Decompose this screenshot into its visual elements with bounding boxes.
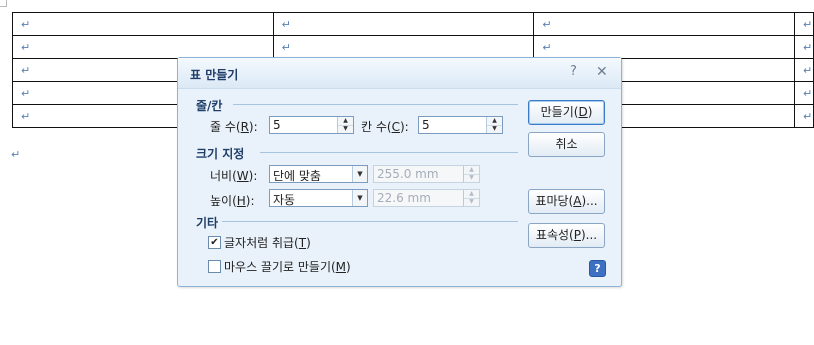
table-cell[interactable]: ↵: [793, 12, 814, 36]
rows-spinbox[interactable]: 5 ▲ ▼: [269, 116, 354, 134]
paragraph-mark: ↵: [11, 148, 21, 161]
table-row: ↵↵↵↵: [12, 12, 814, 36]
table-cell[interactable]: ↵: [793, 104, 814, 128]
section-divider: [222, 221, 518, 222]
dialog-titlebar: 표 만들기 ? ✕: [178, 58, 621, 89]
mouse-drag-create-checkbox[interactable]: [208, 260, 221, 273]
other-section-title: 기타: [196, 216, 219, 230]
chevron-down-icon[interactable]: ▼: [352, 190, 367, 206]
table-properties-button[interactable]: 표속성(P)...: [528, 223, 605, 248]
height-label: 높이(H):: [210, 194, 255, 208]
table-cell[interactable]: ↵: [12, 35, 274, 59]
rows-label: 줄 수(R):: [210, 120, 258, 134]
cols-value[interactable]: 5: [422, 118, 430, 132]
width-label: 너비(W):: [210, 169, 258, 183]
help-button[interactable]: ?: [589, 260, 606, 277]
table-cell[interactable]: ↵: [793, 81, 814, 105]
width-value-spinbox[interactable]: 255.0 mm ▲ ▼: [373, 165, 480, 183]
table-cell[interactable]: ↵: [272, 12, 535, 36]
create-button[interactable]: 만들기(D): [528, 100, 605, 125]
create-table-dialog: 표 만들기 ? ✕ 줄/칸 줄 수(R): 5 ▲ ▼ 칸 수(C): 5 ▲ …: [177, 57, 622, 287]
table-cell[interactable]: ↵: [272, 35, 535, 59]
height-mode-select[interactable]: 자동 ▼: [269, 189, 368, 207]
width-mode-select[interactable]: 단에 맞춤 ▼: [269, 165, 368, 183]
treat-as-char-label: 글자처럼 취급(T): [224, 236, 311, 250]
help-icon[interactable]: ?: [570, 64, 577, 79]
chevron-down-icon[interactable]: ▼: [352, 166, 367, 182]
size-section-title: 크기 지정: [196, 147, 245, 161]
rows-decrement-icon[interactable]: ▼: [338, 125, 353, 133]
table-cell[interactable]: ↵: [793, 35, 814, 59]
table-cell[interactable]: ↵: [533, 35, 795, 59]
table-cell[interactable]: ↵: [793, 58, 814, 82]
close-icon[interactable]: ✕: [596, 64, 608, 80]
section-divider: [233, 104, 518, 105]
table-style-button[interactable]: 표마당(A)...: [528, 189, 605, 214]
height-value-spinbox[interactable]: 22.6 mm ▲ ▼: [373, 189, 480, 207]
treat-as-char-checkbox[interactable]: ✔: [208, 236, 221, 249]
dialog-title: 표 만들기: [190, 68, 239, 82]
rows-value[interactable]: 5: [273, 118, 281, 132]
cols-decrement-icon[interactable]: ▼: [487, 125, 502, 133]
width-decrement-icon[interactable]: ▼: [464, 174, 479, 182]
section-divider: [260, 152, 518, 153]
table-row: ↵↵↵↵: [12, 35, 814, 59]
height-decrement-icon[interactable]: ▼: [464, 198, 479, 206]
cols-spinbox[interactable]: 5 ▲ ▼: [418, 116, 503, 134]
page-corner-marker: [0, 0, 7, 7]
mouse-drag-create-label: 마우스 끌기로 만들기(M): [224, 260, 351, 274]
rows-cols-section-title: 줄/칸: [196, 99, 223, 113]
cancel-button[interactable]: 취소: [528, 132, 605, 157]
table-cell[interactable]: ↵: [12, 12, 274, 36]
table-cell[interactable]: ↵: [533, 12, 795, 36]
cols-label: 칸 수(C):: [361, 120, 409, 134]
